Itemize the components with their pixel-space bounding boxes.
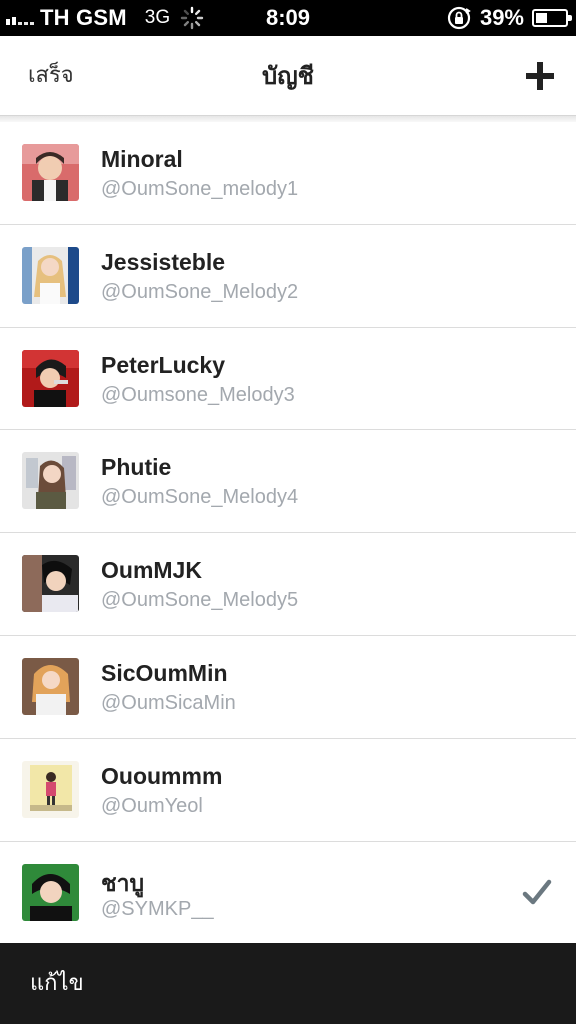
battery-icon bbox=[532, 9, 572, 27]
plus-icon[interactable] bbox=[522, 58, 558, 94]
avatar bbox=[22, 144, 79, 201]
account-row[interactable]: Jessisteble @OumSone_Melody2 bbox=[0, 224, 576, 328]
navigation-bar: เสร็จ บัญชี bbox=[0, 36, 576, 116]
account-handle: @OumSone_Melody4 bbox=[101, 486, 299, 509]
account-handle: @OumSicaMin bbox=[101, 691, 236, 714]
status-right: 39% bbox=[446, 0, 572, 36]
account-handle: @Oumsone_Melody3 bbox=[101, 383, 295, 406]
account-name: ชาบู bbox=[101, 869, 145, 896]
done-button[interactable]: เสร็จ bbox=[28, 36, 74, 116]
avatar bbox=[22, 657, 79, 715]
account-row[interactable]: ชาบู @SYMKP__ bbox=[0, 841, 576, 945]
rotation-lock-icon bbox=[447, 6, 471, 30]
account-handle: @OumSone_Melody5 bbox=[101, 589, 299, 612]
account-name: PeterLucky bbox=[101, 351, 226, 378]
avatar bbox=[22, 760, 79, 818]
account-name: OumMJK bbox=[101, 557, 202, 584]
avatar bbox=[22, 863, 79, 921]
account-handle: @OumYeol bbox=[101, 794, 203, 817]
account-row[interactable]: OumMJK @OumSone_Melody5 bbox=[0, 533, 576, 636]
account-name: Ouoummm bbox=[101, 762, 223, 789]
account-list: Minoral @OumSone_melody1 Jessisteble @Ou… bbox=[0, 122, 576, 945]
account-name: Minoral bbox=[101, 146, 183, 172]
account-row[interactable]: Minoral @OumSone_melody1 bbox=[0, 122, 576, 225]
avatar bbox=[22, 246, 79, 304]
account-row[interactable]: PeterLucky @Oumsone_Melody3 bbox=[0, 327, 576, 431]
account-handle: @OumSone_melody1 bbox=[101, 178, 299, 200]
edit-button[interactable]: แก้ไข bbox=[30, 943, 84, 1024]
checkmark-icon bbox=[522, 879, 552, 904]
account-name: Jessisteble bbox=[101, 248, 226, 275]
avatar bbox=[22, 349, 79, 407]
battery-percent: 39% bbox=[479, 5, 524, 30]
account-name: SicOumMin bbox=[101, 659, 228, 686]
account-name: Phutie bbox=[101, 454, 172, 481]
account-row[interactable]: Phutie @OumSone_Melody4 bbox=[0, 430, 576, 534]
avatar bbox=[22, 555, 79, 613]
account-handle: @SYMKP__ bbox=[101, 897, 214, 920]
account-row[interactable]: Ouoummm @OumYeol bbox=[0, 738, 576, 842]
battery-level bbox=[536, 13, 547, 23]
page-title: บัญชี bbox=[262, 62, 314, 90]
avatar bbox=[22, 452, 79, 510]
account-handle: @OumSone_Melody2 bbox=[101, 280, 299, 303]
bottom-toolbar: แก้ไข bbox=[0, 943, 576, 1024]
status-bar: TH GSM 3G 8:09 39% bbox=[0, 0, 576, 36]
account-row[interactable]: SicOumMin @OumSicaMin bbox=[0, 635, 576, 739]
